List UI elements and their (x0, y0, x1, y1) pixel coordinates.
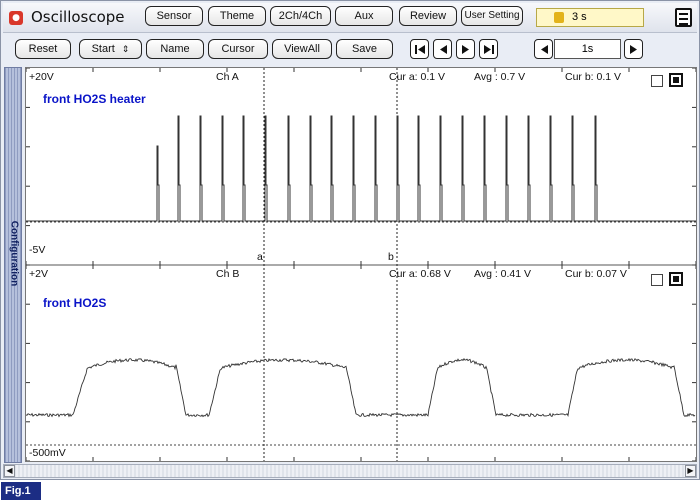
user-setting-button[interactable]: User Setting (461, 6, 523, 26)
viewall-button[interactable]: ViewAll (272, 39, 332, 59)
review-button[interactable]: Review (399, 6, 457, 26)
skip-last-icon (484, 45, 494, 54)
next-button[interactable] (456, 39, 475, 59)
configuration-label: Configuration (8, 220, 20, 287)
reset-button[interactable]: Reset (15, 39, 71, 59)
start-label: Start (91, 43, 115, 55)
ch-a-checkbox[interactable] (651, 75, 663, 87)
ch-b-bottom-scale: -500mV (29, 447, 66, 459)
scope-traces (26, 68, 696, 461)
channels-button[interactable]: 2Ch/4Ch (270, 6, 331, 26)
ch-a-name: front HO2S heater (43, 92, 146, 106)
oscilloscope-window: ● Oscilloscope Sensor Theme 2Ch/4Ch Aux … (0, 0, 700, 480)
menu-icon[interactable] (675, 8, 692, 27)
prev-button[interactable] (433, 39, 452, 59)
ch-a-cursor-b: Cur b: 0.1 V (565, 71, 622, 83)
sensor-button[interactable]: Sensor (145, 6, 203, 26)
ch-b-top-scale: +2V (29, 268, 48, 280)
cursor-a-marker[interactable]: a (257, 251, 263, 263)
clock-icon (554, 12, 564, 23)
configuration-tab[interactable]: Configuration (4, 67, 22, 463)
ch-b-checkbox[interactable] (651, 274, 663, 286)
name-button[interactable]: Name (146, 39, 204, 59)
ch-b-cursor-a: Cur a: 0.68 V (389, 268, 451, 280)
save-button[interactable]: Save (336, 39, 393, 59)
next-icon (462, 45, 469, 54)
skip-last-button[interactable] (479, 39, 498, 59)
horizontal-scrollbar[interactable]: ◀ ▶ (3, 464, 697, 478)
cursor-b-marker[interactable]: b (388, 251, 394, 263)
ch-a-trace (26, 115, 696, 222)
ch-b-trace (26, 357, 696, 418)
skip-first-icon (415, 45, 425, 54)
zoom-increase-button[interactable] (624, 39, 643, 59)
ch-b-average: Avg : 0.41 V (474, 268, 532, 280)
scroll-left-icon[interactable]: ◀ (4, 465, 15, 477)
stepper-icon: ⇕ (121, 44, 130, 54)
theme-button[interactable]: Theme (208, 6, 266, 26)
record-icon[interactable]: ● (9, 11, 23, 25)
ch-b-cursor-b: Cur b: 0.07 V (565, 268, 627, 280)
figure-label: Fig.1 (1, 482, 41, 500)
timer-value: 3 s (572, 11, 587, 23)
ch-b-label: Ch B (216, 268, 240, 280)
timer-display: 3 s (536, 8, 644, 27)
ch-b-name: front HO2S (43, 296, 107, 310)
header-bar: ● Oscilloscope Sensor Theme 2Ch/4Ch Aux … (3, 3, 697, 33)
prev-icon (440, 45, 447, 54)
zoom-increase-icon (630, 45, 637, 54)
ch-a-cursor-a: Cur a: 0.1 V (389, 71, 446, 83)
app-title: Oscilloscope (31, 8, 125, 26)
start-button[interactable]: Start ⇕ (79, 39, 142, 59)
ch-a-color-box[interactable] (669, 73, 683, 87)
skip-first-button[interactable] (410, 39, 429, 59)
ch-a-label: Ch A (216, 71, 239, 83)
ch-b-color-box[interactable] (669, 272, 683, 286)
zoom-decrease-button[interactable] (534, 39, 553, 59)
ch-a-bottom-scale: -5V (29, 244, 46, 256)
ch-a-top-scale: +20V (29, 71, 54, 83)
zoom-decrease-icon (541, 45, 548, 54)
cursor-button[interactable]: Cursor (208, 39, 268, 59)
scroll-right-icon[interactable]: ▶ (685, 465, 696, 477)
timebase-field[interactable]: 1s (554, 39, 621, 59)
scope-display[interactable]: +20V Ch A Cur a: 0.1 V Avg : 0.7 V Cur b… (25, 67, 697, 462)
aux-button[interactable]: Aux (335, 6, 393, 26)
ch-a-average: Avg : 0.7 V (474, 71, 526, 83)
